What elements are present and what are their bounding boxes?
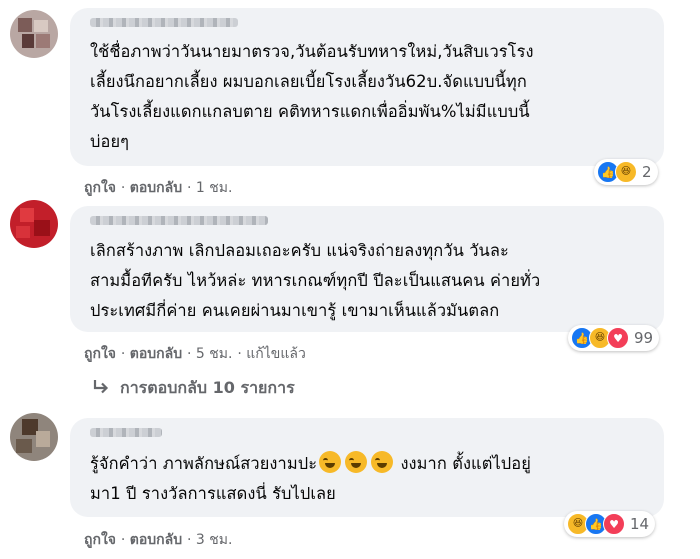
separator: · xyxy=(120,532,130,548)
comment-bubble: รู้จักคำว่า ภาพลักษณ์สวยงามปะ งงมาก ตั้ง… xyxy=(70,418,664,517)
comment-text-segment: รู้จักคำว่า ภาพลักษณ์สวยงามปะ xyxy=(90,454,318,473)
timestamp[interactable]: 3 ชม. xyxy=(196,532,233,548)
comment-text-line: มา1 ปี รางวัลการแสดงนี่ รับไปเลย xyxy=(90,484,336,503)
reaction-summary[interactable]: 😆 👍 ♥ 14 xyxy=(564,511,656,537)
rofl-emoji-icon xyxy=(345,451,368,473)
avatar[interactable] xyxy=(10,413,58,461)
comment-actions: ถูกใจ · ตอบกลับ · 3 ชม. xyxy=(84,529,232,551)
rofl-emoji-icon xyxy=(371,451,394,473)
comment-3: รู้จักคำว่า ภาพลักษณ์สวยงามปะ งงมาก ตั้ง… xyxy=(0,0,700,559)
love-icon: ♥ xyxy=(603,513,625,535)
like-link[interactable]: ถูกใจ xyxy=(84,532,116,548)
comment-text-line: รู้จักคำว่า ภาพลักษณ์สวยงามปะ งงมาก ตั้ง… xyxy=(90,450,531,478)
comment-text-segment: งงมาก ตั้งแต่ไปอยู่ xyxy=(395,454,531,473)
author-name[interactable] xyxy=(90,428,162,437)
reaction-count: 14 xyxy=(630,515,650,533)
separator: · xyxy=(187,532,196,548)
reply-link[interactable]: ตอบกลับ xyxy=(130,532,182,548)
rofl-emoji-icon xyxy=(319,451,342,473)
